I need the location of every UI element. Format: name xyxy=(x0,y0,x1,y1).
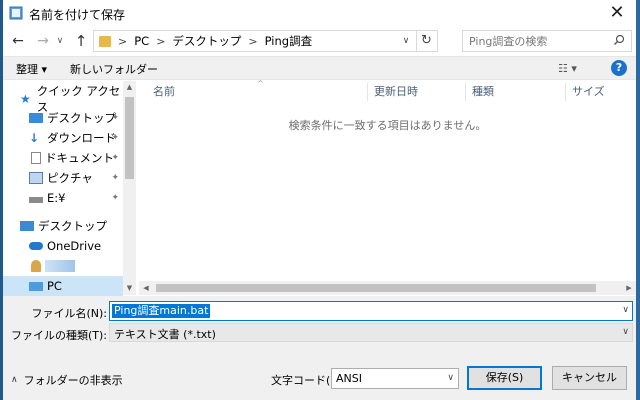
file-list-horizontal-scrollbar[interactable]: ◀ ▶ xyxy=(139,281,636,295)
pin-icon: ✦ xyxy=(111,133,119,143)
breadcrumb-ping-folder[interactable]: Ping調査 xyxy=(265,33,312,49)
sidebar-item-pictures[interactable]: ピクチャ ✦ xyxy=(3,168,123,188)
filetype-value: テキスト文書 (*.txt) xyxy=(114,328,216,341)
address-row: ← → ∨ ↑ > PC > デスクトップ > Ping調査 ∨ ↻ Ping調… xyxy=(3,27,636,55)
breadcrumb-separator: > xyxy=(248,34,258,48)
filename-label: ファイル名(N): xyxy=(31,307,107,320)
view-options-button[interactable]: ☷ ▾ xyxy=(558,62,577,75)
sidebar-item-label: ピクチャ xyxy=(47,171,93,185)
sidebar-item-onedrive[interactable]: OneDrive xyxy=(3,236,123,256)
hide-folders-label: フォルダーの非表示 xyxy=(23,374,123,387)
up-button[interactable]: ↑ xyxy=(71,30,91,52)
user-icon xyxy=(31,260,41,272)
scroll-thumb[interactable] xyxy=(125,97,134,179)
sidebar-item-label: ドキュメント xyxy=(45,151,114,165)
hide-folders-button[interactable]: ∧ フォルダーの非表示 xyxy=(11,372,123,388)
breadcrumb-separator: > xyxy=(156,34,166,48)
search-icon[interactable] xyxy=(613,34,625,46)
column-header-modified[interactable]: 更新日時 xyxy=(368,81,418,103)
save-form: ファイル名(N): Ping調査main.bat ∨ ファイルの種類(T): テ… xyxy=(3,296,636,346)
sidebar-item-label: デスクトップ xyxy=(38,219,107,233)
back-button[interactable]: ← xyxy=(8,30,28,52)
redacted-user-name xyxy=(45,260,75,272)
sidebar-item-drive-e[interactable]: E:¥ ✦ xyxy=(3,188,123,208)
filename-input[interactable]: Ping調査main.bat ∨ xyxy=(109,301,633,321)
folder-icon xyxy=(99,35,111,47)
sidebar-item-label: ダウンロード xyxy=(47,131,116,145)
refresh-button[interactable]: ↻ xyxy=(416,31,436,51)
drive-icon xyxy=(29,197,43,203)
help-button[interactable]: ? xyxy=(611,60,627,76)
column-header-size[interactable]: サイズ xyxy=(566,81,605,103)
sidebar-item-label: E:¥ xyxy=(47,191,66,205)
address-bar[interactable]: > PC > デスクトップ > Ping調査 ∨ ↻ xyxy=(93,30,438,52)
download-icon: ↓ xyxy=(29,131,40,145)
breadcrumb-pc[interactable]: PC xyxy=(134,34,149,48)
desktop-icon xyxy=(29,113,43,123)
scroll-right-arrow[interactable]: ▶ xyxy=(622,281,636,295)
scroll-left-arrow[interactable]: ◀ xyxy=(139,281,153,295)
cancel-button[interactable]: キャンセル xyxy=(552,366,627,390)
sidebar-item-label: OneDrive xyxy=(47,239,102,253)
title-bar: 名前を付けて保存 ✕ xyxy=(3,0,636,27)
recent-locations-button[interactable]: ∨ xyxy=(53,30,67,52)
chevron-up-icon: ∧ xyxy=(11,375,18,385)
cloud-icon xyxy=(29,242,43,250)
save-as-dialog: 名前を付けて保存 ✕ ← → ∨ ↑ > PC > デスクトップ > Ping調… xyxy=(3,0,636,400)
pin-icon: ✦ xyxy=(111,113,119,123)
filetype-label: ファイルの種類(T): xyxy=(10,329,107,342)
sort-indicator: ^ xyxy=(257,79,264,88)
sidebar-item-user[interactable] xyxy=(3,256,123,276)
chevron-down-icon[interactable]: ∨ xyxy=(622,327,629,337)
encoding-value: ANSI xyxy=(336,372,362,385)
background-window-edge-right xyxy=(636,0,640,400)
picture-icon xyxy=(29,172,43,184)
empty-folder-message: 検索条件に一致する項目はありません。 xyxy=(288,119,487,132)
pin-icon: ✦ xyxy=(111,193,119,203)
desktop-icon xyxy=(20,221,34,231)
navigation-scrollbar[interactable]: ▲ ▼ xyxy=(123,81,136,295)
command-bar: 整理 ▾ 新しいフォルダー ☷ ▾ ? xyxy=(3,56,636,80)
navigation-pane: ★ クイック アクセス デスクトップ ✦ ↓ ダウンロード ✦ ドキュメント ✦… xyxy=(3,81,136,296)
sidebar-item-quick-access[interactable]: ★ クイック アクセス xyxy=(3,84,123,114)
chevron-down-icon[interactable]: ∨ xyxy=(447,373,454,383)
encoding-select[interactable]: ANSI ∨ xyxy=(331,368,459,389)
sidebar-item-desktop-quick[interactable]: デスクトップ ✦ xyxy=(3,108,123,128)
chevron-down-icon[interactable]: ∨ xyxy=(622,305,629,315)
filetype-select[interactable]: テキスト文書 (*.txt) ∨ xyxy=(109,323,633,342)
scroll-down-arrow[interactable]: ▼ xyxy=(123,282,136,295)
sidebar-item-label: PC xyxy=(47,279,62,293)
sidebar-item-downloads[interactable]: ↓ ダウンロード ✦ xyxy=(3,128,123,148)
pc-icon xyxy=(29,281,43,291)
new-folder-button[interactable]: 新しいフォルダー xyxy=(70,61,158,77)
forward-button[interactable]: → xyxy=(33,30,53,52)
column-header-type[interactable]: 種類 xyxy=(466,81,494,103)
notepad-icon xyxy=(9,6,23,20)
breadcrumb-separator: > xyxy=(118,34,128,48)
scroll-up-arrow[interactable]: ▲ xyxy=(123,81,136,94)
breadcrumb-desktop[interactable]: デスクトップ xyxy=(172,33,241,49)
pin-icon: ✦ xyxy=(111,153,119,163)
file-list: ^ 名前 更新日時 種類 サイズ 検索条件に一致する項目はありません。 xyxy=(139,79,636,295)
sidebar-item-pc[interactable]: PC xyxy=(3,276,123,296)
pin-icon: ✦ xyxy=(111,173,119,183)
star-icon: ★ xyxy=(20,92,31,106)
sidebar-item-desktop[interactable]: デスクトップ xyxy=(3,216,123,236)
sidebar-item-label: デスクトップ xyxy=(47,111,116,125)
address-dropdown-button[interactable]: ∨ xyxy=(399,31,413,51)
organize-button[interactable]: 整理 ▾ xyxy=(16,61,47,77)
sidebar-item-documents[interactable]: ドキュメント ✦ xyxy=(3,148,123,168)
dialog-footer: ∧ フォルダーの非表示 文字コード(E): ANSI ∨ 保存(S) キャンセル xyxy=(3,346,636,400)
dialog-title: 名前を付けて保存 xyxy=(29,8,126,22)
close-button[interactable]: ✕ xyxy=(606,2,628,24)
search-input[interactable]: Ping調査の検索 xyxy=(462,30,632,52)
column-header-name[interactable]: 名前 xyxy=(147,81,175,103)
filename-value[interactable]: Ping調査main.bat xyxy=(112,304,211,318)
scroll-thumb[interactable] xyxy=(156,284,596,292)
document-icon xyxy=(31,152,41,164)
save-button[interactable]: 保存(S) xyxy=(467,366,542,390)
search-placeholder: Ping調査の検索 xyxy=(469,35,548,48)
